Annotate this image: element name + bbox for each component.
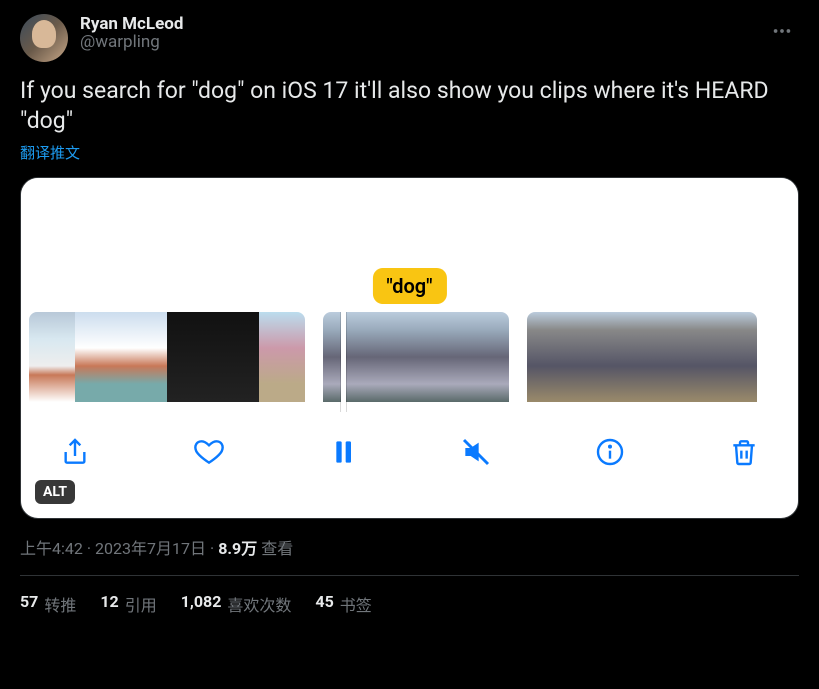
info-icon: [594, 436, 626, 468]
display-name: Ryan McLeod: [80, 14, 753, 34]
tweet-time[interactable]: 上午4:42: [20, 535, 83, 559]
author-block[interactable]: Ryan McLeod @warpling: [80, 14, 753, 52]
search-term-badge: "dog": [372, 268, 446, 304]
bookmarks-stat[interactable]: 45 书签: [315, 592, 371, 616]
pause-icon: [327, 436, 359, 468]
thumbnail: [665, 312, 711, 402]
tweet-stats: 57 转推 12 引用 1,082 喜欢次数 45 书签: [20, 576, 799, 616]
views-count: 8.9万: [218, 535, 257, 559]
thumbnail: [573, 312, 619, 402]
media-card[interactable]: "dog": [20, 177, 799, 519]
tweet-text: If you search for "dog" on iOS 17 it'll …: [20, 76, 799, 136]
heart-icon: [193, 436, 225, 468]
more-icon: [771, 20, 793, 42]
video-scrubber[interactable]: [21, 294, 798, 412]
retweets-stat[interactable]: 57 转推: [20, 592, 76, 616]
more-button[interactable]: [765, 14, 799, 48]
alt-badge[interactable]: ALT: [35, 480, 75, 504]
delete-button[interactable]: [724, 432, 764, 472]
clip-group-2[interactable]: [323, 312, 509, 412]
thumbnail: [323, 312, 385, 402]
clip-group-3[interactable]: [527, 312, 757, 412]
thumbnail: [259, 312, 305, 402]
share-button[interactable]: [55, 432, 95, 472]
thumbnail: [447, 312, 509, 402]
avatar[interactable]: [20, 14, 68, 62]
tweet-meta: 上午4:42 · 2023年7月17日 · 8.9万 查看: [20, 535, 799, 559]
thumbnail: [75, 312, 121, 402]
tweet-container: Ryan McLeod @warpling If you search for …: [0, 0, 819, 616]
tweet-date[interactable]: 2023年7月17日: [95, 535, 206, 559]
share-icon: [59, 436, 91, 468]
speaker-muted-icon: [460, 436, 492, 468]
quotes-stat[interactable]: 12 引用: [100, 592, 156, 616]
thumbnail: [29, 312, 75, 402]
info-button[interactable]: [590, 432, 630, 472]
clip-group-1[interactable]: [29, 312, 305, 412]
like-button[interactable]: [189, 432, 229, 472]
thumbnail: [213, 312, 259, 402]
thumbnail: [619, 312, 665, 402]
views-label: 查看: [261, 535, 293, 559]
playhead[interactable]: [341, 312, 346, 412]
pause-button[interactable]: [323, 432, 363, 472]
mute-button[interactable]: [456, 432, 496, 472]
thumbnail: [527, 312, 573, 402]
thumbnail: [385, 312, 447, 402]
thumbnail: [167, 312, 213, 402]
thumbnail: [711, 312, 757, 402]
translate-link[interactable]: 翻译推文: [20, 142, 80, 163]
thumbnail: [121, 312, 167, 402]
trash-icon: [728, 436, 760, 468]
handle: @warpling: [80, 32, 753, 52]
tweet-header: Ryan McLeod @warpling: [20, 14, 799, 62]
media-blank-area: "dog": [21, 178, 798, 294]
likes-stat[interactable]: 1,082 喜欢次数: [181, 592, 292, 616]
media-controls: [21, 412, 798, 492]
